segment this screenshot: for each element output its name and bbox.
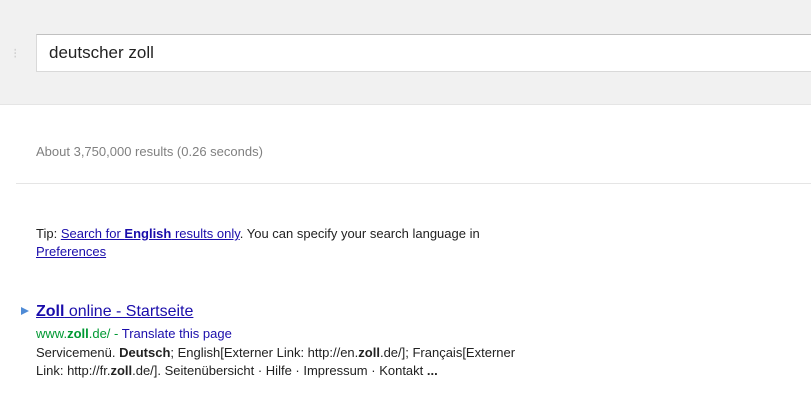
search-box[interactable]: [36, 34, 811, 72]
result-url-line: www.zoll.de/ - Translate this page: [36, 326, 232, 341]
result-title-link[interactable]: Zoll online - Startseite: [36, 302, 193, 322]
search-input[interactable]: [49, 41, 809, 65]
preferences-link[interactable]: Preferences: [36, 244, 106, 259]
english-only-link-bold[interactable]: English: [124, 226, 171, 241]
english-only-link-post[interactable]: results only: [171, 226, 240, 241]
result-snippet: Servicemenü. Deutsch; English[Externer L…: [36, 345, 516, 378]
search-header: ⁝: [0, 0, 811, 105]
search-results-page: ⁝ About 3,750,000 results (0.26 seconds)…: [0, 0, 811, 396]
triangle-right-icon[interactable]: [20, 304, 30, 318]
result-url: www.zoll.de/: [36, 326, 111, 341]
result-stats: About 3,750,000 results (0.26 seconds): [36, 144, 263, 159]
result-title-bold[interactable]: Zoll: [36, 303, 64, 320]
translate-link[interactable]: Translate this page: [122, 326, 232, 341]
result-title-rest[interactable]: online - Startseite: [64, 303, 194, 320]
language-tip: Tip: Search for English results only. Yo…: [36, 225, 796, 261]
tip-prefix: Tip:: [36, 226, 61, 241]
left-edge-mark: ⁝: [13, 45, 18, 61]
english-only-link-pre[interactable]: Search for: [61, 226, 125, 241]
url-separator: -: [110, 326, 122, 341]
english-only-link[interactable]: Search for English results only: [61, 226, 240, 241]
divider: [16, 183, 811, 184]
tip-middle: . You can specify your search language i…: [239, 226, 480, 241]
